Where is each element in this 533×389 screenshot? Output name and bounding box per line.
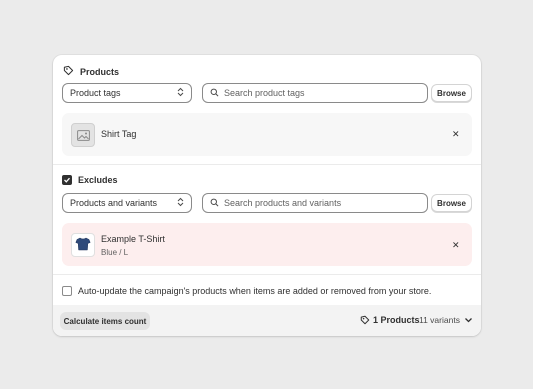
products-search-field[interactable] (202, 83, 428, 103)
search-icon (210, 198, 219, 209)
excluded-item-name: Example T-Shirt (101, 234, 165, 244)
tag-icon (63, 65, 74, 78)
select-arrows-icon (177, 87, 184, 99)
image-placeholder-icon (71, 123, 95, 147)
variants-count: 11 variants (419, 315, 460, 325)
calculate-items-count-button[interactable]: Calculate items count (60, 312, 150, 330)
section-divider (53, 274, 481, 275)
tag-icon (360, 315, 370, 327)
product-thumbnail (71, 233, 95, 257)
tshirt-icon (75, 237, 91, 253)
chevron-down-icon[interactable] (464, 316, 473, 326)
auto-update-checkbox[interactable] (62, 286, 72, 296)
products-title: Products (80, 66, 120, 77)
excludes-checkbox[interactable] (62, 175, 72, 185)
products-item-name: Shirt Tag (101, 129, 137, 139)
auto-update-label: Auto-update the campaign's products when… (78, 286, 432, 296)
excludes-type-select[interactable]: Products and variants (62, 193, 192, 213)
excludes-search-field[interactable] (202, 193, 428, 213)
products-type-value: Product tags (70, 88, 121, 98)
excludes-browse-button[interactable]: Browse (431, 194, 472, 212)
products-browse-button[interactable]: Browse (431, 84, 472, 102)
products-type-select[interactable]: Product tags (62, 83, 192, 103)
products-search-input[interactable] (224, 88, 420, 98)
remove-product-tag-close-icon[interactable]: ✕ (452, 129, 460, 140)
excludes-type-value: Products and variants (70, 198, 158, 208)
excludes-search-input[interactable] (224, 198, 420, 208)
section-divider (53, 164, 481, 165)
excludes-title: Excludes (78, 175, 118, 185)
search-icon (210, 88, 219, 99)
remove-excluded-item-close-icon[interactable]: ✕ (452, 240, 460, 251)
products-count: 1 Products (373, 315, 420, 325)
excluded-selected-item (62, 223, 472, 266)
products-header: Products (63, 65, 119, 78)
excluded-item-variant: Blue / L (101, 248, 129, 257)
select-arrows-icon (177, 197, 184, 209)
